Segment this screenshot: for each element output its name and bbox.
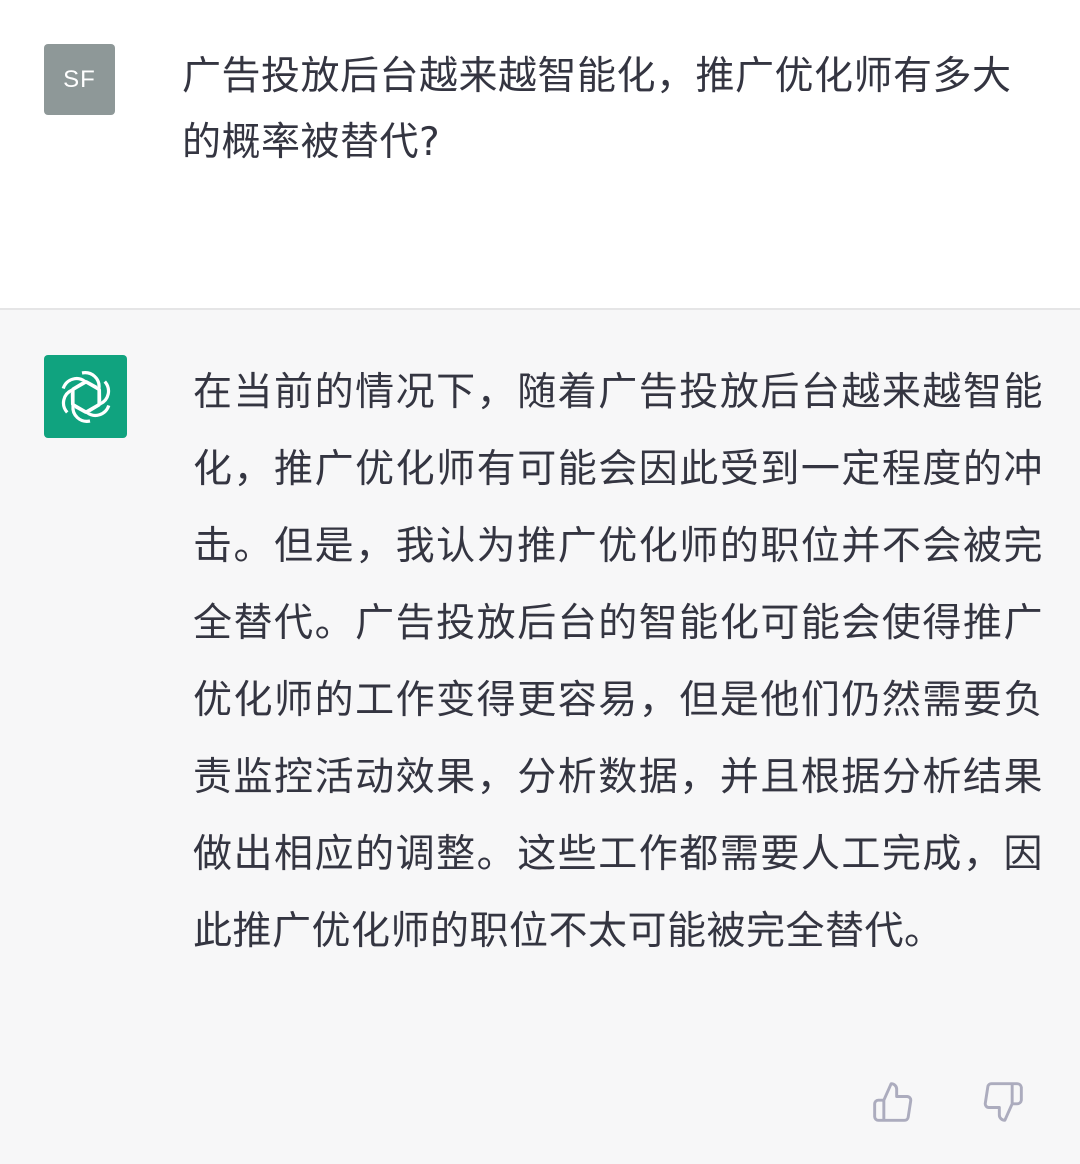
user-avatar-initials: SF <box>63 65 96 93</box>
thumbs-down-button[interactable] <box>979 1078 1027 1126</box>
thumbs-up-icon <box>873 1082 913 1122</box>
assistant-avatar <box>44 355 127 438</box>
assistant-message-text: 在当前的情况下，随着广告投放后台越来越智能化，推广优化师有可能会因此受到一定程度… <box>193 370 1043 954</box>
user-avatar: SF <box>44 44 115 115</box>
user-message-text: 广告投放后台越来越智能化，推广优化师有多大的概率被替代? <box>182 54 1012 165</box>
user-message-row: SF 广告投放后台越来越智能化，推广优化师有多大的概率被替代? <box>0 0 1080 308</box>
chat-conversation: SF 广告投放后台越来越智能化，推广优化师有多大的概率被替代? 在当前的情况下，… <box>0 0 1080 1164</box>
assistant-message-row: 在当前的情况下，随着广告投放后台越来越智能化，推广优化师有可能会因此受到一定程度… <box>0 310 1080 1164</box>
thumbs-up-button[interactable] <box>869 1078 917 1126</box>
openai-logo-icon <box>61 370 110 423</box>
thumbs-down-icon <box>983 1082 1023 1122</box>
